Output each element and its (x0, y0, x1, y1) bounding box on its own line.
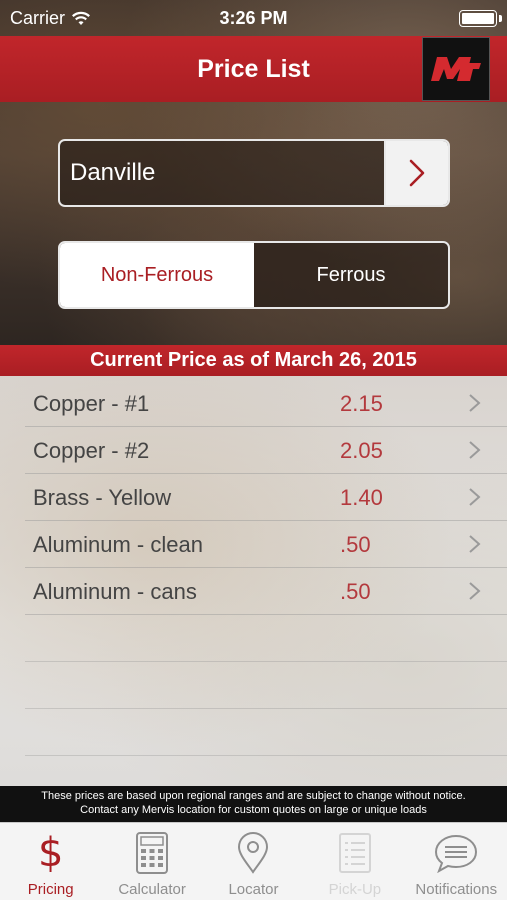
chevron-right-icon (469, 488, 481, 506)
list-item[interactable]: Brass - Yellow 1.40 (25, 474, 507, 521)
list-item[interactable]: Copper - #1 2.15 (25, 380, 507, 427)
chevron-right-icon (469, 441, 481, 459)
tab-pricing[interactable]: $ Pricing (0, 823, 101, 900)
battery-tip (499, 15, 502, 22)
status-time: 3:26 PM (219, 8, 288, 28)
empty-list-row (25, 662, 507, 709)
list-item[interactable]: Copper - #2 2.05 (25, 427, 507, 474)
battery-icon (459, 10, 497, 27)
location-value: Danville (70, 159, 156, 186)
empty-list-row (25, 709, 507, 756)
tab-pick-up[interactable]: Pick-Up (304, 823, 405, 900)
calculator-icon (136, 831, 169, 875)
metal-price: .50 (340, 579, 371, 604)
list-item[interactable]: Aluminum - clean .50 (25, 521, 507, 568)
chevron-right-icon (469, 582, 481, 600)
metal-price: 2.05 (340, 438, 383, 463)
chevron-right-icon (469, 394, 481, 412)
metal-name: Copper - #1 (33, 391, 150, 416)
disclaimer-line-2: Contact any Mervis location for custom q… (80, 804, 427, 816)
tab-calculator[interactable]: Calculator (101, 823, 202, 900)
tab-label: Pricing (27, 881, 74, 898)
tab-bar: $ Pricing Calculator Locator Pick-Up Not… (0, 822, 507, 900)
chevron-right-icon (469, 535, 481, 553)
location-selector[interactable]: Danville (58, 139, 450, 207)
metal-name: Aluminum - cans (33, 579, 197, 604)
tab-locator[interactable]: Locator (203, 823, 304, 900)
status-bar: Carrier 3:26 PM (0, 0, 507, 36)
metal-name: Brass - Yellow (33, 485, 172, 510)
tab-label: Locator (228, 881, 279, 898)
map-pin-icon (236, 831, 270, 875)
tab-notifications[interactable]: Notifications (406, 823, 507, 900)
tab-label: Notifications (415, 881, 498, 898)
metal-price: 1.40 (340, 485, 383, 510)
price-list: Copper - #1 2.15 Copper - #2 2.05 Brass … (0, 376, 507, 786)
metal-price: .50 (340, 532, 371, 557)
page-title: Price List (197, 54, 310, 83)
chat-bubble-icon (433, 831, 479, 875)
navigation-bar: Price List (0, 36, 507, 102)
segment-non-ferrous[interactable]: Non-Ferrous (60, 243, 254, 307)
price-date-banner: Current Price as of March 26, 2015 (0, 345, 507, 376)
empty-list-row (25, 615, 507, 662)
list-item[interactable]: Aluminum - cans .50 (25, 568, 507, 615)
tab-label: Calculator (118, 881, 186, 898)
mervis-logo[interactable] (422, 37, 490, 101)
disclaimer-line-1: These prices are based upon regional ran… (41, 790, 466, 802)
chevron-right-icon (409, 159, 425, 187)
dollar-icon: $ (37, 830, 64, 876)
metal-price: 2.15 (340, 391, 383, 416)
metal-name: Copper - #2 (33, 438, 150, 463)
clipboard-icon (338, 831, 372, 875)
metal-name: Aluminum - clean (33, 532, 203, 557)
location-next-button[interactable] (384, 141, 448, 205)
mervis-logo-icon (431, 57, 481, 81)
metal-type-segmented-control: Non-Ferrous Ferrous (58, 241, 450, 309)
segment-ferrous[interactable]: Ferrous (254, 243, 448, 307)
price-disclaimer: These prices are based upon regional ran… (0, 786, 507, 822)
tab-label: Pick-Up (328, 881, 382, 898)
